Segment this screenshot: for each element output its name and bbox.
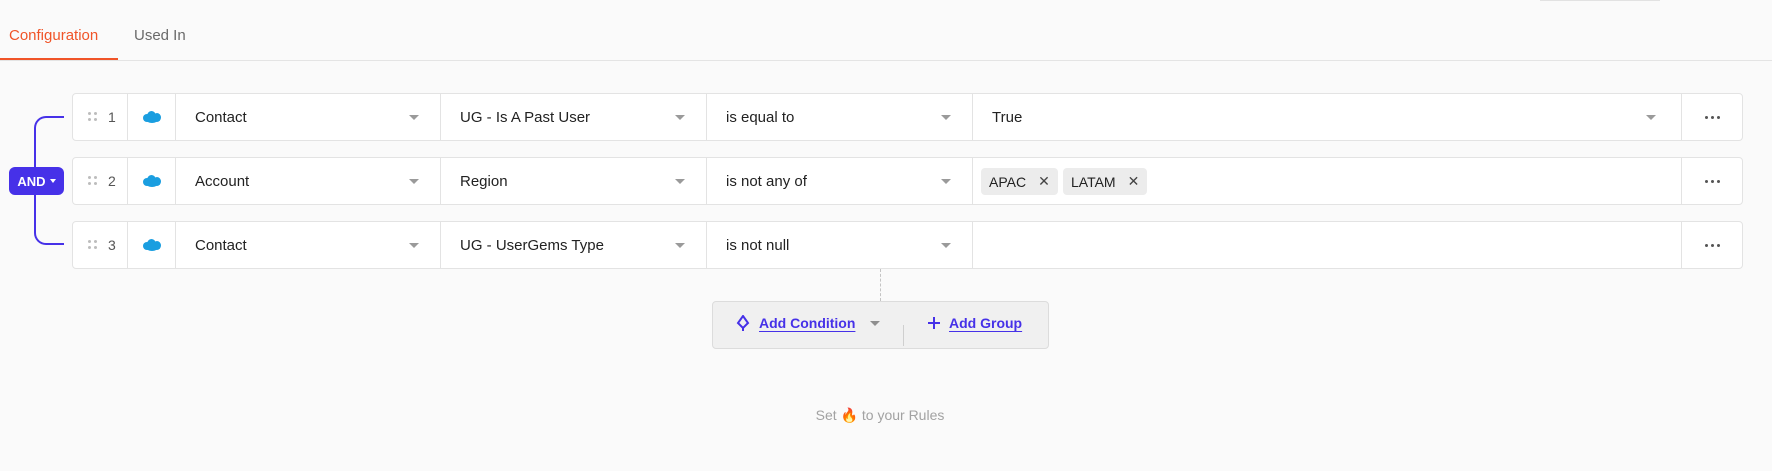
- divider: [903, 325, 904, 346]
- connector-line: [880, 269, 881, 301]
- chevron-down-icon: [409, 243, 419, 248]
- footer-hint: Set 🔥 to your Rules: [0, 407, 1760, 424]
- footer-text-after: to your Rules: [861, 407, 945, 423]
- drag-handle-icon[interactable]: [88, 176, 98, 186]
- operator-select-value: is not null: [726, 237, 790, 254]
- tab-used-in[interactable]: Used In: [134, 27, 186, 44]
- field-select-value: UG - UserGems Type: [460, 237, 604, 254]
- field-select[interactable]: UG - Is A Past User: [441, 94, 707, 140]
- object-select[interactable]: Contact: [176, 94, 441, 140]
- object-select-value: Account: [195, 173, 250, 190]
- rule-number: 2: [108, 173, 116, 189]
- add-group-button[interactable]: Add Group: [927, 315, 1022, 331]
- close-icon[interactable]: ✕: [1128, 173, 1140, 190]
- tab-bar: Configuration Used In: [0, 0, 1772, 61]
- value-input[interactable]: [973, 222, 1682, 268]
- row-more-button[interactable]: [1682, 158, 1742, 204]
- fire-emoji: 🔥: [840, 407, 858, 423]
- more-horizontal-icon: [1704, 243, 1720, 247]
- salesforce-cloud-icon: [142, 239, 161, 251]
- value-select-value: True: [992, 109, 1023, 126]
- add-condition-label: Add Condition: [759, 315, 856, 331]
- value-multiselect[interactable]: APAC ✕ LATAM ✕: [973, 158, 1682, 204]
- chevron-down-icon: [675, 115, 685, 120]
- source-cell: [128, 94, 176, 140]
- chevron-down-icon: [675, 179, 685, 184]
- rule-number-cell: 3: [73, 222, 128, 268]
- group-operator-label: AND: [17, 173, 46, 189]
- add-condition-button[interactable]: Add Condition: [736, 315, 881, 331]
- salesforce-cloud-icon: [142, 175, 161, 187]
- tab-configuration[interactable]: Configuration: [9, 27, 98, 44]
- value-chip: LATAM ✕: [1063, 168, 1148, 195]
- field-select[interactable]: UG - UserGems Type: [441, 222, 707, 268]
- object-select[interactable]: Account: [176, 158, 441, 204]
- rule-row-3: 3 Contact UG - UserGems Type is not null: [72, 221, 1743, 269]
- add-group-label: Add Group: [949, 315, 1023, 331]
- plus-icon: [928, 317, 940, 329]
- active-tab-indicator: [0, 58, 118, 60]
- value-select[interactable]: True: [973, 94, 1682, 140]
- operator-select-value: is not any of: [726, 173, 807, 190]
- condition-icon: [736, 315, 750, 331]
- chevron-down-icon: [409, 115, 419, 120]
- object-select-value: Contact: [195, 109, 247, 126]
- object-select[interactable]: Contact: [176, 222, 441, 268]
- source-cell: [128, 158, 176, 204]
- source-cell: [128, 222, 176, 268]
- operator-select[interactable]: is not any of: [707, 158, 973, 204]
- footer-text-before: Set: [815, 407, 837, 423]
- field-select[interactable]: Region: [441, 158, 707, 204]
- operator-select[interactable]: is not null: [707, 222, 973, 268]
- more-horizontal-icon: [1704, 179, 1720, 183]
- value-chip-label: LATAM: [1071, 173, 1116, 190]
- chevron-down-icon: [675, 243, 685, 248]
- salesforce-cloud-icon: [142, 111, 161, 123]
- value-chip: APAC ✕: [981, 168, 1058, 195]
- chevron-down-icon: [941, 115, 951, 120]
- chevron-down-icon: [409, 179, 419, 184]
- value-chip-label: APAC: [989, 173, 1027, 190]
- field-select-value: Region: [460, 173, 508, 190]
- chevron-down-icon: [941, 243, 951, 248]
- rule-number-cell: 2: [73, 158, 128, 204]
- operator-select[interactable]: is equal to: [707, 94, 973, 140]
- add-actions-panel: Add Condition Add Group: [712, 301, 1049, 349]
- row-more-button[interactable]: [1682, 94, 1742, 140]
- object-select-value: Contact: [195, 237, 247, 254]
- rule-number: 1: [108, 109, 116, 125]
- chevron-down-icon: [1646, 115, 1656, 120]
- rule-row-2: 2 Account Region is not any of APAC ✕ LA…: [72, 157, 1743, 205]
- rule-number: 3: [108, 237, 116, 253]
- rule-row-1: 1 Contact UG - Is A Past User is equal t…: [72, 93, 1743, 141]
- row-more-button[interactable]: [1682, 222, 1742, 268]
- rule-number-cell: 1: [73, 94, 128, 140]
- drag-handle-icon[interactable]: [88, 112, 98, 122]
- group-operator-button[interactable]: AND: [9, 167, 64, 195]
- close-icon[interactable]: ✕: [1038, 173, 1050, 190]
- chevron-down-icon[interactable]: [870, 320, 881, 326]
- drag-handle-icon[interactable]: [88, 240, 98, 250]
- operator-select-value: is equal to: [726, 109, 795, 126]
- chevron-down-icon: [49, 179, 56, 183]
- more-horizontal-icon: [1704, 115, 1720, 119]
- field-select-value: UG - Is A Past User: [460, 109, 591, 126]
- chevron-down-icon: [941, 179, 951, 184]
